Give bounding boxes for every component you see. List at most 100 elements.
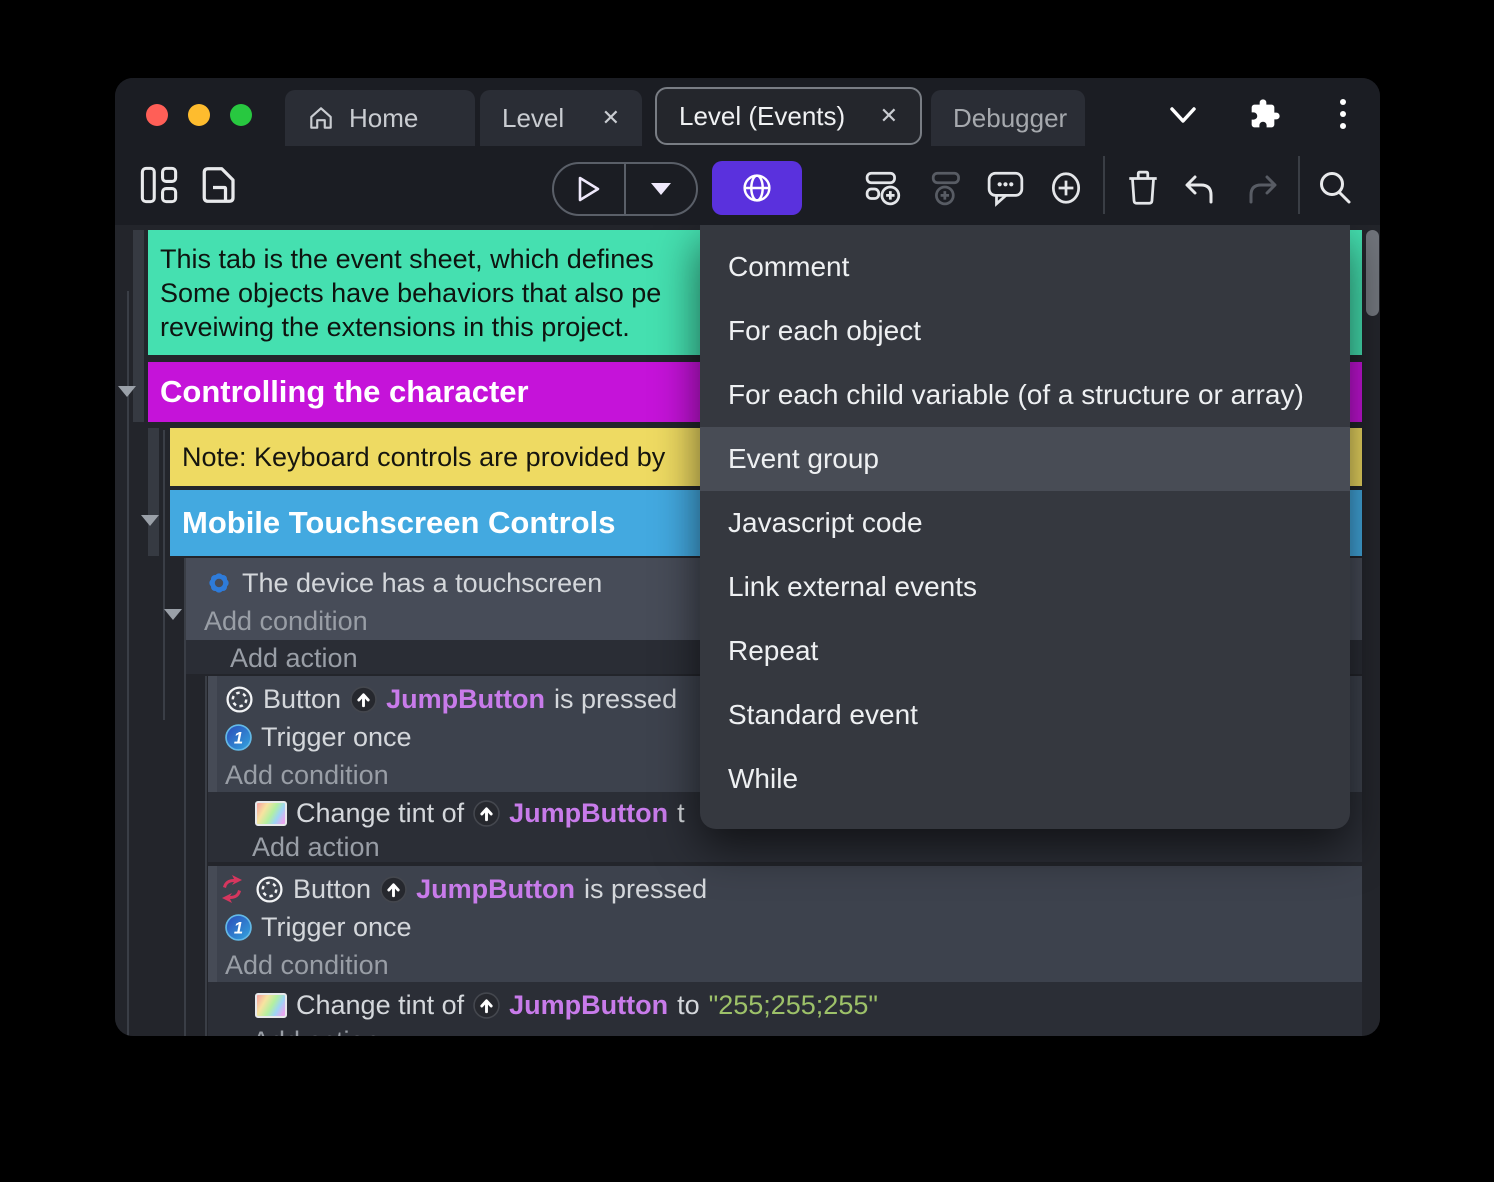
tab-home[interactable]: Home [285, 90, 475, 146]
add-event-button[interactable] [863, 168, 905, 208]
search-button[interactable] [1314, 168, 1356, 208]
group-title: Mobile Touchscreen Controls [182, 505, 616, 540]
invert-icon [218, 875, 246, 903]
gear-icon [205, 569, 233, 597]
menu-item-javascript-code[interactable]: Javascript code [700, 491, 1350, 555]
group-title: Controlling the character [160, 374, 529, 409]
trigger-once-icon: 1 [225, 723, 252, 751]
button-plugin-icon [225, 685, 254, 714]
collapse-event-icon[interactable] [164, 609, 182, 620]
play-icon [578, 176, 600, 202]
preview-play-button[interactable] [554, 164, 624, 214]
tab-list-chevron-down-icon[interactable] [1163, 100, 1203, 130]
menu-item-for-each-object[interactable]: For each object [700, 299, 1350, 363]
menu-item-for-each-child-var[interactable]: For each child variable (of a structure … [700, 363, 1350, 427]
add-action-link[interactable]: Add action [252, 832, 380, 863]
redo-button-disabled[interactable] [1242, 168, 1284, 208]
preview-button-group [552, 162, 698, 216]
divider [1103, 156, 1105, 214]
close-tab-icon[interactable]: ✕ [880, 103, 898, 129]
menu-item-link-external[interactable]: Link external events [700, 555, 1350, 619]
add-comment-button[interactable] [985, 168, 1027, 208]
delete-button[interactable] [1122, 168, 1164, 208]
margin-bar [148, 428, 159, 556]
save-button[interactable] [197, 164, 239, 206]
indent-guide [163, 430, 165, 720]
add-condition-link[interactable]: Add condition [225, 950, 389, 981]
indent-guide [205, 676, 207, 1036]
add-action-link[interactable]: Add action [252, 1026, 380, 1037]
close-tab-icon[interactable]: ✕ [602, 105, 620, 131]
tint-icon [255, 800, 287, 826]
jumpbutton-object-icon [473, 799, 500, 827]
toolbar [115, 146, 1380, 225]
svg-text:1: 1 [234, 728, 243, 747]
action-text: Change tint of [296, 989, 465, 1020]
menu-item-comment[interactable]: Comment [700, 235, 1350, 299]
kebab-menu-icon[interactable] [1335, 94, 1351, 134]
app-window: Home Level ✕ Level (Events) ✕ Debugger T… [115, 78, 1380, 1036]
jumpbutton-object-icon [350, 685, 377, 713]
add-action-link[interactable]: Add action [230, 643, 358, 674]
tab-debugger[interactable]: Debugger [931, 90, 1085, 146]
button-plugin-icon [255, 875, 284, 904]
add-subevent-button-disabled[interactable] [927, 168, 969, 208]
caret-down-icon [651, 183, 671, 195]
globe-icon [743, 174, 771, 202]
action-text-clipped: t [677, 797, 685, 828]
string-value: "255;255;255" [708, 989, 878, 1020]
preview-options-button[interactable] [626, 164, 696, 214]
svg-text:1: 1 [234, 918, 243, 937]
tab-level[interactable]: Level ✕ [480, 90, 642, 146]
menu-item-standard-event[interactable]: Standard event [700, 683, 1350, 747]
close-window-button[interactable] [146, 104, 168, 126]
condition-text: is pressed [584, 873, 708, 904]
collapse-group-icon[interactable] [141, 515, 159, 526]
menu-item-repeat[interactable]: Repeat [700, 619, 1350, 683]
home-icon [307, 104, 335, 132]
action-text: to [677, 989, 700, 1020]
titlebar: Home Level ✕ Level (Events) ✕ Debugger [115, 78, 1380, 146]
tab-level-events[interactable]: Level (Events) ✕ [655, 87, 922, 145]
object-name: JumpButton [509, 989, 669, 1020]
event-block-jumpbutton-not-pressed[interactable]: Button JumpButton is pressed 1 Trigger o… [208, 866, 1362, 982]
indent-guide [127, 291, 129, 1036]
menu-item-event-group[interactable]: Event group [700, 427, 1350, 491]
add-event-context-menu: Comment For each object For each child v… [700, 225, 1350, 829]
add-button[interactable] [1045, 168, 1087, 208]
object-name: JumpButton [386, 683, 546, 714]
condition-text: The device has a touchscreen [242, 567, 603, 598]
addons-puzzle-icon[interactable] [1245, 94, 1285, 134]
condition-text: is pressed [554, 683, 678, 714]
add-condition-link[interactable]: Add condition [204, 606, 368, 637]
event-margin [208, 676, 217, 792]
action-text: Change tint of [296, 797, 465, 828]
event-margin [208, 866, 217, 982]
minimize-window-button[interactable] [188, 104, 210, 126]
tab-label: Level [502, 102, 565, 133]
scrollbar-thumb[interactable] [1366, 230, 1379, 316]
tab-label: Debugger [953, 102, 1068, 133]
tab-label: Level (Events) [679, 100, 846, 131]
note-text: Note: Keyboard controls are provided by [182, 441, 666, 472]
divider [1298, 156, 1300, 214]
jumpbutton-object-icon [473, 991, 500, 1019]
object-text: Button [293, 873, 372, 904]
event-sheet: This tab is the event sheet, which defin… [115, 225, 1380, 1036]
condition-text: Trigger once [261, 911, 412, 942]
add-condition-link[interactable]: Add condition [225, 760, 389, 791]
jumpbutton-object-icon [380, 875, 407, 903]
object-text: Button [263, 683, 342, 714]
undo-button[interactable] [1178, 168, 1220, 208]
tint-icon [255, 992, 287, 1018]
maximize-window-button[interactable] [230, 104, 252, 126]
collapse-group-icon[interactable] [118, 386, 136, 397]
object-name: JumpButton [509, 797, 669, 828]
layout-panels-button[interactable] [139, 164, 179, 206]
remote-preview-button[interactable] [712, 161, 802, 215]
object-name: JumpButton [416, 873, 576, 904]
menu-item-while[interactable]: While [700, 747, 1350, 811]
condition-text: Trigger once [261, 721, 412, 752]
trigger-once-icon: 1 [225, 913, 252, 941]
action-row-change-tint-white[interactable]: Change tint of JumpButton to "255;255;25… [208, 982, 1362, 1036]
